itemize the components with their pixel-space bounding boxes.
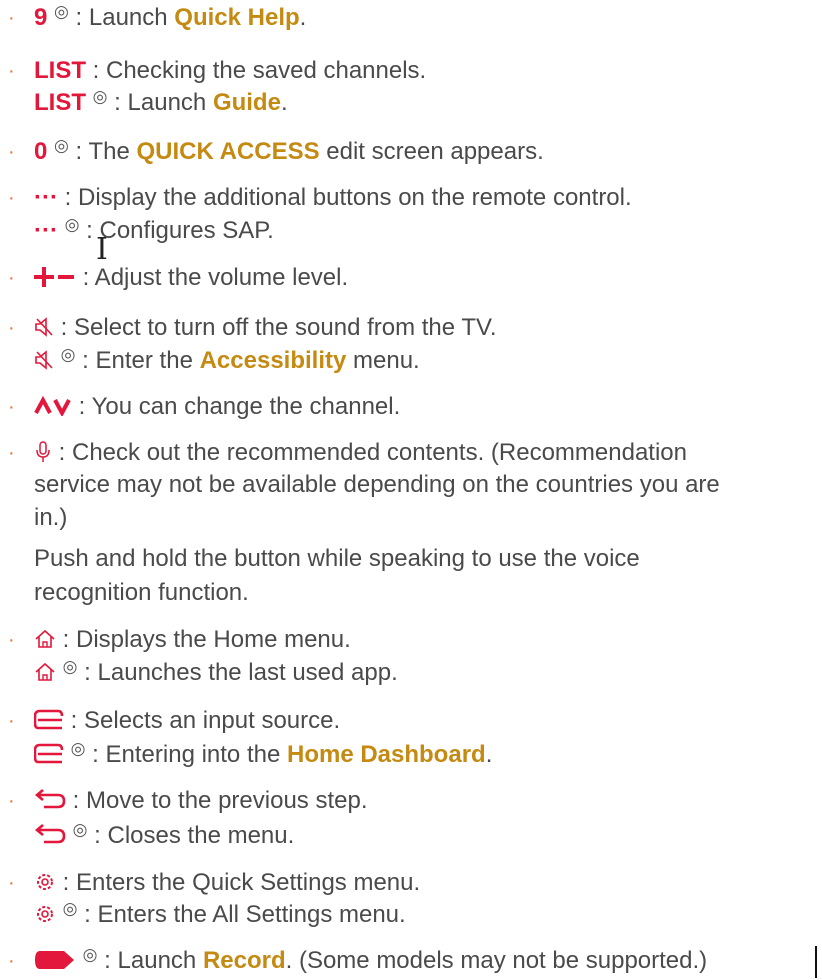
bullet: · bbox=[8, 950, 15, 972]
bullet: · bbox=[8, 396, 15, 418]
ok-icon: ◎ bbox=[72, 820, 88, 839]
quick-access-label: QUICK ACCESS bbox=[136, 138, 320, 165]
bullet: · bbox=[8, 141, 15, 163]
item-more-ok: ··· ◎ : Configures SAP. bbox=[34, 215, 274, 244]
remote-control-guide: · 9 ◎ : Launch Quick Help. · LIST : Chec… bbox=[0, 0, 822, 980]
bullet: · bbox=[8, 317, 15, 339]
bullet: · bbox=[8, 790, 15, 812]
accessibility-label: Accessibility bbox=[199, 347, 347, 374]
record-icon bbox=[34, 949, 76, 971]
item-list-ok: LIST ◎ : Launch Guide. bbox=[34, 87, 288, 116]
bullet: · bbox=[8, 7, 15, 29]
home-dashboard-label: Home Dashboard bbox=[286, 741, 486, 768]
bullet: · bbox=[8, 629, 15, 651]
ok-icon: ◎ bbox=[54, 2, 69, 21]
settings-gear-icon bbox=[34, 871, 56, 893]
home-icon bbox=[34, 628, 56, 650]
item-input-ok: ◎ : Entering into the Home Dashboard. bbox=[34, 739, 492, 770]
ok-icon: ◎ bbox=[92, 87, 108, 106]
bullet: · bbox=[8, 710, 15, 732]
mute-icon bbox=[34, 349, 54, 371]
bullet: · bbox=[8, 442, 15, 464]
input-icon bbox=[34, 742, 64, 766]
quick-help-label: Quick Help bbox=[174, 4, 300, 31]
back-icon bbox=[34, 823, 66, 847]
mic-text-line: in.) bbox=[34, 504, 68, 531]
settings-gear-icon bbox=[34, 903, 56, 925]
item-settings-ok: ◎ : Enters the All Settings menu. bbox=[34, 899, 406, 930]
microphone-icon bbox=[34, 440, 52, 464]
text-cursor bbox=[815, 946, 817, 978]
ok-icon: ◎ bbox=[54, 136, 69, 155]
item-9-text: : Launch bbox=[68, 4, 175, 31]
input-icon bbox=[34, 708, 64, 732]
ok-icon: ◎ bbox=[60, 345, 76, 364]
bullet: · bbox=[8, 872, 15, 894]
item-list-text: : Checking the saved channels. bbox=[86, 57, 427, 84]
text-cursor-icon: I bbox=[96, 232, 108, 267]
mic-text-line: service may not be available depending o… bbox=[34, 471, 720, 498]
key-9: 9 bbox=[34, 4, 48, 31]
ok-icon: ◎ bbox=[64, 215, 80, 234]
home-icon bbox=[34, 661, 56, 683]
mute-icon bbox=[34, 316, 54, 338]
guide-label: Guide bbox=[212, 89, 281, 116]
mic-text-line: Push and hold the button while speaking … bbox=[34, 545, 640, 572]
bullet: · bbox=[8, 267, 15, 289]
ok-icon: ◎ bbox=[70, 739, 86, 758]
ok-icon: ◎ bbox=[82, 945, 98, 964]
more-dots-icon: ··· bbox=[34, 184, 58, 211]
key-0: 0 bbox=[34, 138, 48, 165]
bullet: · bbox=[8, 187, 15, 209]
key-list: LIST bbox=[34, 57, 86, 84]
item-mute-ok: ◎ : Enter the Accessibility menu. bbox=[34, 345, 420, 376]
mic-text-line: recognition function. bbox=[34, 579, 249, 606]
item-home-ok: ◎ : Launches the last used app. bbox=[34, 657, 398, 688]
channel-up-down-icon bbox=[34, 395, 72, 416]
key-list: LIST bbox=[34, 89, 86, 116]
more-dots-icon: ··· bbox=[34, 217, 58, 244]
plus-minus-icon bbox=[34, 265, 76, 289]
back-icon bbox=[34, 788, 66, 812]
item-back-ok: ◎ : Closes the menu. bbox=[34, 820, 294, 851]
bullet: · bbox=[8, 60, 15, 82]
ok-icon: ◎ bbox=[62, 899, 78, 918]
ok-icon: ◎ bbox=[62, 657, 78, 676]
record-label: Record bbox=[202, 947, 286, 974]
